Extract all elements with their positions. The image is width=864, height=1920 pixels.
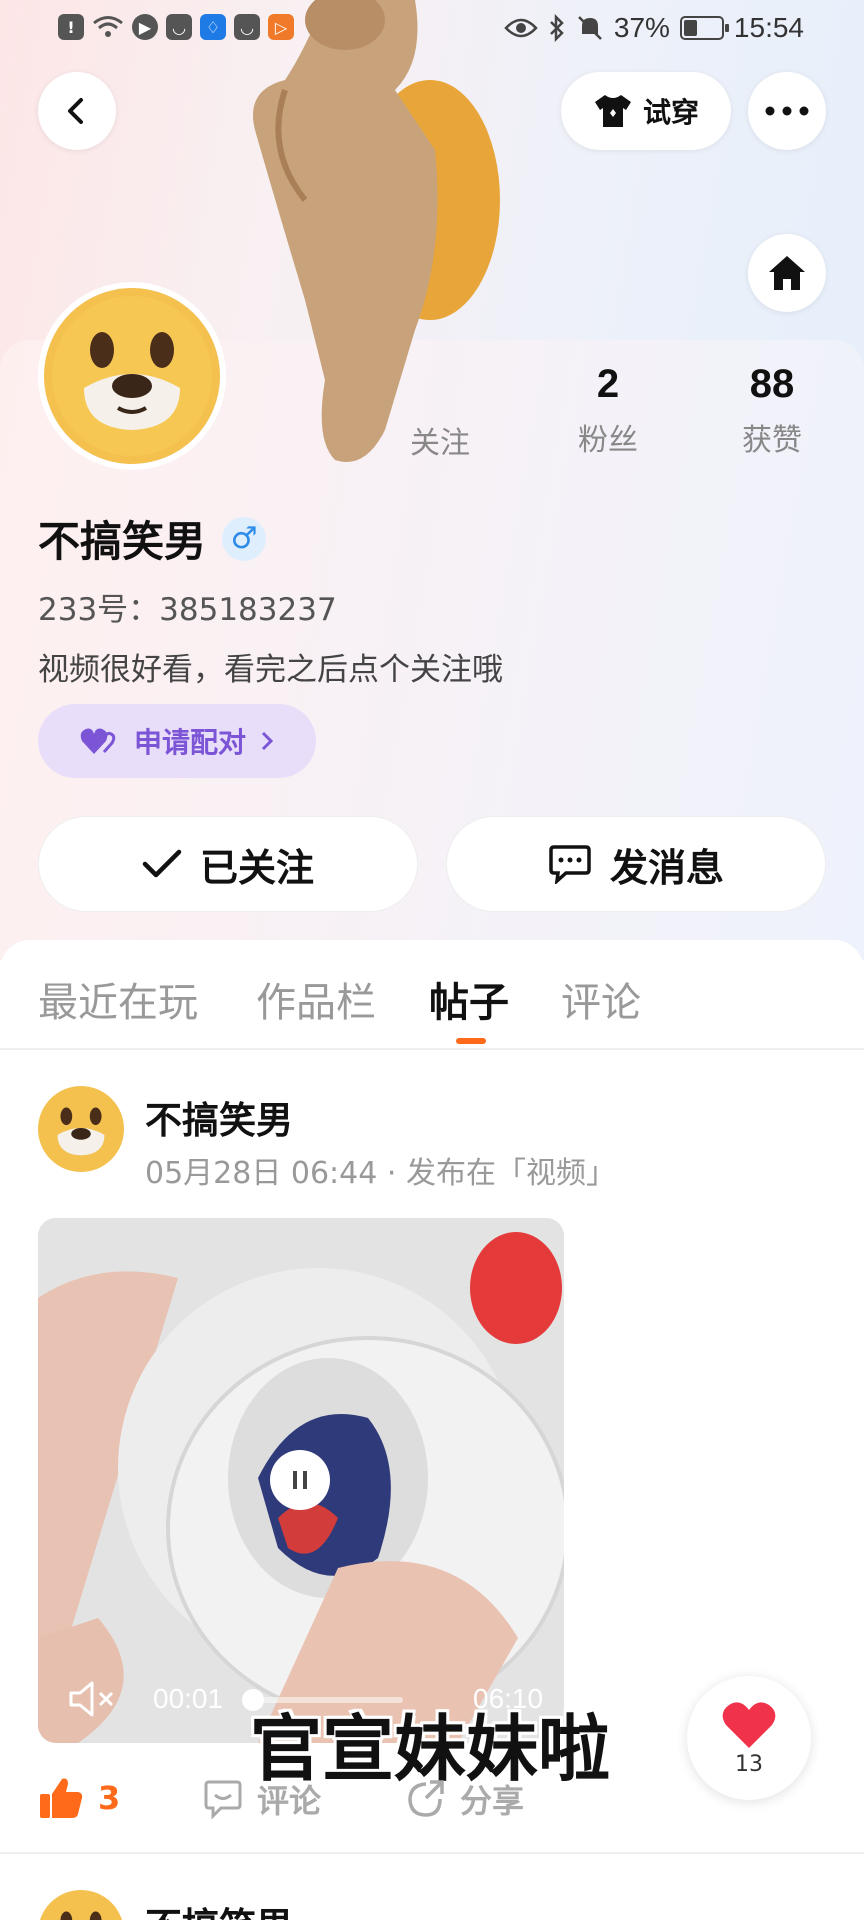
followed-button[interactable]: 已关注 [38,816,418,912]
alert-icon: ! [58,14,84,40]
battery-percent: 37% [613,12,670,43]
wifi-icon [93,16,123,37]
check-icon [142,849,182,878]
active-tab-indicator [456,1038,486,1044]
likes-label: 获赞 [742,423,802,458]
pause-button[interactable] [270,1450,330,1510]
clock: 15:54 [733,12,804,43]
next-post-author-name[interactable]: 不搞笑男 [145,1896,293,1920]
post-author-name[interactable]: 不搞笑男 [145,1090,293,1144]
dog-avatar-icon [38,1890,124,1920]
chat-icon [549,845,591,884]
more-dots-icon [765,106,809,116]
video-player[interactable]: 00:01 06:10 [38,1218,564,1743]
tab-comments[interactable]: 评论 [561,970,641,1028]
following-stat[interactable]: 关注 [380,362,500,462]
heart-icon [722,1701,776,1748]
battery-icon [679,16,729,40]
message-button[interactable]: 发消息 [446,816,826,912]
double-heart-icon [80,728,116,754]
app-icon: ◡ [166,14,192,40]
comment-icon [204,1780,242,1819]
like-count: 3 [98,1779,121,1817]
shirt-icon [594,95,631,127]
following-label: 关注 [410,426,470,461]
play-icon: ▶ [132,14,158,40]
post-author-avatar[interactable] [38,1086,124,1172]
post-actions: 3 评论 分享 [38,1770,798,1830]
share-label: 分享 [460,1782,525,1820]
tab-bar: 最近在玩 作品栏 帖子 评论 [0,940,864,1050]
post-meta: 05月28日 06:44 · 发布在「视频」 [145,1156,616,1191]
username-row: 不搞笑男 ♂ [38,508,267,569]
system-icons: 37% 15:54 [504,12,804,44]
thumbs-up-icon [40,1778,83,1818]
user-id[interactable]: 233号：385183237 [38,584,337,629]
followed-label: 已关注 [199,845,314,890]
profile-avatar[interactable] [38,282,226,470]
dog-avatar-icon [38,1086,124,1172]
fans-label: 粉丝 [578,423,638,458]
match-label: 申请配对 [133,726,246,759]
tab-recently-played[interactable]: 最近在玩 [38,970,198,1028]
tab-works[interactable]: 作品栏 [256,970,376,1028]
bio: 视频很好看，看完之后点个关注哦 [38,652,503,688]
like-button[interactable]: 3 [38,1776,120,1820]
match-button[interactable]: 申请配对 [38,704,316,778]
share-icon [408,1780,444,1817]
mute-bell-icon [577,16,602,40]
dog-avatar-icon [44,288,220,464]
message-label: 发消息 [609,845,724,890]
fans-count: 2 [596,362,620,406]
home-icon [769,256,805,290]
chevron-left-icon [68,98,83,124]
pause-icon [293,1471,307,1489]
battery-level [683,20,698,36]
home-button[interactable] [748,234,826,312]
back-button[interactable] [38,72,116,150]
comment-button[interactable]: 评论 [203,1776,321,1822]
username: 不搞笑男 [38,517,207,566]
try-on-button[interactable]: 试穿 [561,72,731,150]
post-divider [0,1852,864,1854]
tab-posts[interactable]: 帖子 [429,970,509,1028]
likes-stat[interactable]: 88 获赞 [712,362,832,459]
chevron-right-icon [261,731,274,751]
likes-count: 88 [749,362,795,406]
share-button[interactable]: 分享 [406,1776,524,1822]
next-post-author-avatar[interactable] [38,1890,124,1920]
comment-label: 评论 [257,1782,322,1820]
bulb-icon: ♢ [200,14,226,40]
video-current-time: 00:01 [153,1683,224,1714]
try-on-label: 试穿 [642,96,699,129]
gender-male-icon: ♂ [222,516,267,561]
mute-speaker-icon[interactable] [68,1679,116,1719]
fans-stat[interactable]: 2 粉丝 [548,362,668,459]
bluetooth-icon [549,14,564,42]
more-button[interactable] [748,72,826,150]
